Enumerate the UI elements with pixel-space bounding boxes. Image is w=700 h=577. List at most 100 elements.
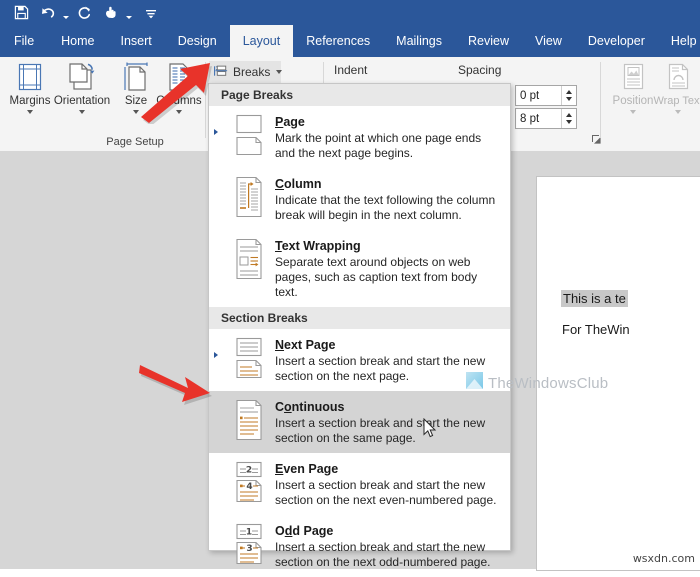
group-separator-1 bbox=[205, 62, 206, 138]
undo-icon[interactable] bbox=[34, 2, 60, 24]
indent-header-label: Indent bbox=[334, 63, 367, 77]
menu-item-even-page-title: Even Page bbox=[275, 462, 338, 476]
menu-item-even-page-text: Even Page Insert a section break and sta… bbox=[275, 460, 502, 508]
menu-item-page-title: Page bbox=[275, 115, 305, 129]
margins-label: Margins bbox=[10, 95, 51, 107]
spacing-before-value: 0 pt bbox=[516, 90, 561, 102]
tab-help[interactable]: Help bbox=[658, 25, 700, 57]
columns-button[interactable]: Columns bbox=[153, 60, 205, 124]
ribbon-tab-bar: File Home Insert Design Layout Reference… bbox=[0, 25, 700, 57]
menu-item-odd-page-title-rest: d Page bbox=[292, 524, 333, 538]
document-line-1: This is a te bbox=[561, 290, 628, 307]
wrap-text-button[interactable]: Wrap Text bbox=[656, 60, 700, 124]
tab-developer[interactable]: Developer bbox=[575, 25, 658, 57]
position-dropdown-caret-icon[interactable] bbox=[630, 110, 636, 114]
spacing-after-input[interactable]: 8 pt bbox=[515, 108, 577, 129]
menu-item-continuous-bullet-spacer bbox=[209, 398, 223, 414]
menu-item-odd-page-bullet-spacer bbox=[209, 522, 223, 538]
svg-text:1: 1 bbox=[246, 528, 252, 538]
touch-mode-dropdown-caret-icon[interactable] bbox=[123, 2, 134, 24]
touch-mouse-mode-icon[interactable] bbox=[97, 2, 123, 24]
spacing-before-stepper[interactable] bbox=[561, 86, 576, 105]
position-button[interactable]: Position bbox=[605, 60, 661, 124]
menu-item-text-wrapping-title: Text Wrapping bbox=[275, 239, 361, 253]
tab-insert-label: Insert bbox=[121, 34, 152, 48]
tab-home-label: Home bbox=[61, 34, 94, 48]
svg-text:3: 3 bbox=[246, 544, 252, 554]
menu-item-page[interactable]: Page Mark the point at which one page en… bbox=[209, 106, 510, 168]
menu-item-column-text: Column Indicate that the text following … bbox=[275, 175, 502, 223]
svg-text:4: 4 bbox=[246, 482, 252, 492]
menu-item-next-page-text: Next Page Insert a section break and sta… bbox=[275, 336, 502, 384]
tab-insert[interactable]: Insert bbox=[108, 25, 165, 57]
tab-mailings[interactable]: Mailings bbox=[383, 25, 455, 57]
tab-design-label: Design bbox=[178, 34, 217, 48]
tab-file[interactable]: File bbox=[0, 25, 48, 57]
menu-section-header-page-breaks: Page Breaks bbox=[209, 84, 510, 106]
text-wrapping-break-icon bbox=[223, 237, 275, 280]
menu-item-column[interactable]: Column Indicate that the text following … bbox=[209, 168, 510, 230]
menu-section-header-page-breaks-label: Page Breaks bbox=[221, 88, 293, 102]
tab-design[interactable]: Design bbox=[165, 25, 230, 57]
menu-item-next-page-accel: N bbox=[275, 338, 284, 352]
breaks-button[interactable]: Breaks bbox=[209, 61, 281, 83]
orientation-button[interactable]: Orientation bbox=[49, 60, 115, 124]
menu-item-page-text: Page Mark the point at which one page en… bbox=[275, 113, 502, 161]
menu-item-next-page[interactable]: Next Page Insert a section break and sta… bbox=[209, 329, 510, 391]
ribbon-group-page-setup: Margins Orientation Size Columns Page Se… bbox=[0, 57, 205, 151]
breaks-dropdown-caret-icon[interactable] bbox=[276, 70, 282, 74]
menu-item-next-page-bullet-icon bbox=[209, 336, 223, 358]
customize-quick-access-toolbar-icon[interactable] bbox=[138, 2, 164, 24]
page-setup-group-label: Page Setup bbox=[55, 136, 215, 148]
position-icon bbox=[618, 60, 648, 94]
menu-item-odd-page-title-pre: O bbox=[275, 524, 285, 538]
tab-layout[interactable]: Layout bbox=[230, 25, 294, 57]
tab-view-label: View bbox=[535, 34, 562, 48]
document-page[interactable]: This is a te For TheWin bbox=[536, 176, 700, 571]
tab-view[interactable]: View bbox=[522, 25, 575, 57]
menu-item-page-title-rest: age bbox=[283, 115, 305, 129]
menu-item-text-wrapping-title-rest: ext Wrapping bbox=[282, 239, 361, 253]
menu-item-continuous-description: Insert a section break and start the new… bbox=[275, 416, 498, 446]
menu-item-odd-page[interactable]: 13 Odd Page Insert a section break and s… bbox=[209, 515, 510, 577]
size-label: Size bbox=[125, 95, 147, 107]
tab-layout-label: Layout bbox=[243, 34, 281, 48]
spacing-after-stepper[interactable] bbox=[561, 109, 576, 128]
spacing-before-input[interactable]: 0 pt bbox=[515, 85, 577, 106]
orientation-icon bbox=[65, 60, 99, 94]
spacing-after-value: 8 pt bbox=[516, 113, 561, 125]
wrap-text-dropdown-caret-icon[interactable] bbox=[675, 110, 681, 114]
menu-item-text-wrapping[interactable]: Text Wrapping Separate text around objec… bbox=[209, 230, 510, 307]
menu-item-text-wrapping-accel: T bbox=[275, 239, 282, 253]
menu-item-continuous-title-pre: C bbox=[275, 400, 284, 414]
undo-dropdown-caret-icon[interactable] bbox=[60, 2, 71, 24]
orientation-label: Orientation bbox=[54, 95, 110, 107]
breaks-dropdown-menu: Page Breaks Page Mark the point at which… bbox=[208, 83, 511, 551]
menu-item-even-page-bullet-spacer bbox=[209, 460, 223, 476]
document-line-2: For TheWin bbox=[562, 322, 630, 337]
menu-item-text-wrapping-description: Separate text around objects on web page… bbox=[275, 255, 498, 300]
columns-dropdown-caret-icon[interactable] bbox=[176, 110, 182, 114]
save-icon[interactable] bbox=[8, 2, 34, 24]
menu-item-continuous-accel: o bbox=[284, 400, 292, 414]
menu-section-header-section-breaks: Section Breaks bbox=[209, 307, 510, 329]
tab-references[interactable]: References bbox=[293, 25, 383, 57]
menu-item-text-wrapping-bullet-spacer bbox=[209, 237, 223, 253]
wrap-text-label: Wrap Text bbox=[653, 95, 700, 107]
menu-item-continuous[interactable]: Continuous Insert a section break and st… bbox=[209, 391, 510, 453]
tab-home[interactable]: Home bbox=[48, 25, 107, 57]
menu-item-odd-page-title: Odd Page bbox=[275, 524, 333, 538]
wrap-text-icon bbox=[663, 60, 693, 94]
margins-dropdown-caret-icon[interactable] bbox=[27, 110, 33, 114]
breaks-label: Breaks bbox=[233, 65, 270, 79]
orientation-dropdown-caret-icon[interactable] bbox=[79, 110, 85, 114]
menu-item-even-page[interactable]: 24 Even Page Insert a section break and … bbox=[209, 453, 510, 515]
size-button[interactable]: Size bbox=[115, 60, 157, 124]
tab-review[interactable]: Review bbox=[455, 25, 522, 57]
redo-icon[interactable] bbox=[71, 2, 97, 24]
continuous-break-icon bbox=[223, 398, 275, 441]
menu-section-header-section-breaks-label: Section Breaks bbox=[221, 311, 308, 325]
size-dropdown-caret-icon[interactable] bbox=[133, 110, 139, 114]
next-page-break-icon bbox=[223, 336, 275, 379]
menu-item-column-title: Column bbox=[275, 177, 322, 191]
